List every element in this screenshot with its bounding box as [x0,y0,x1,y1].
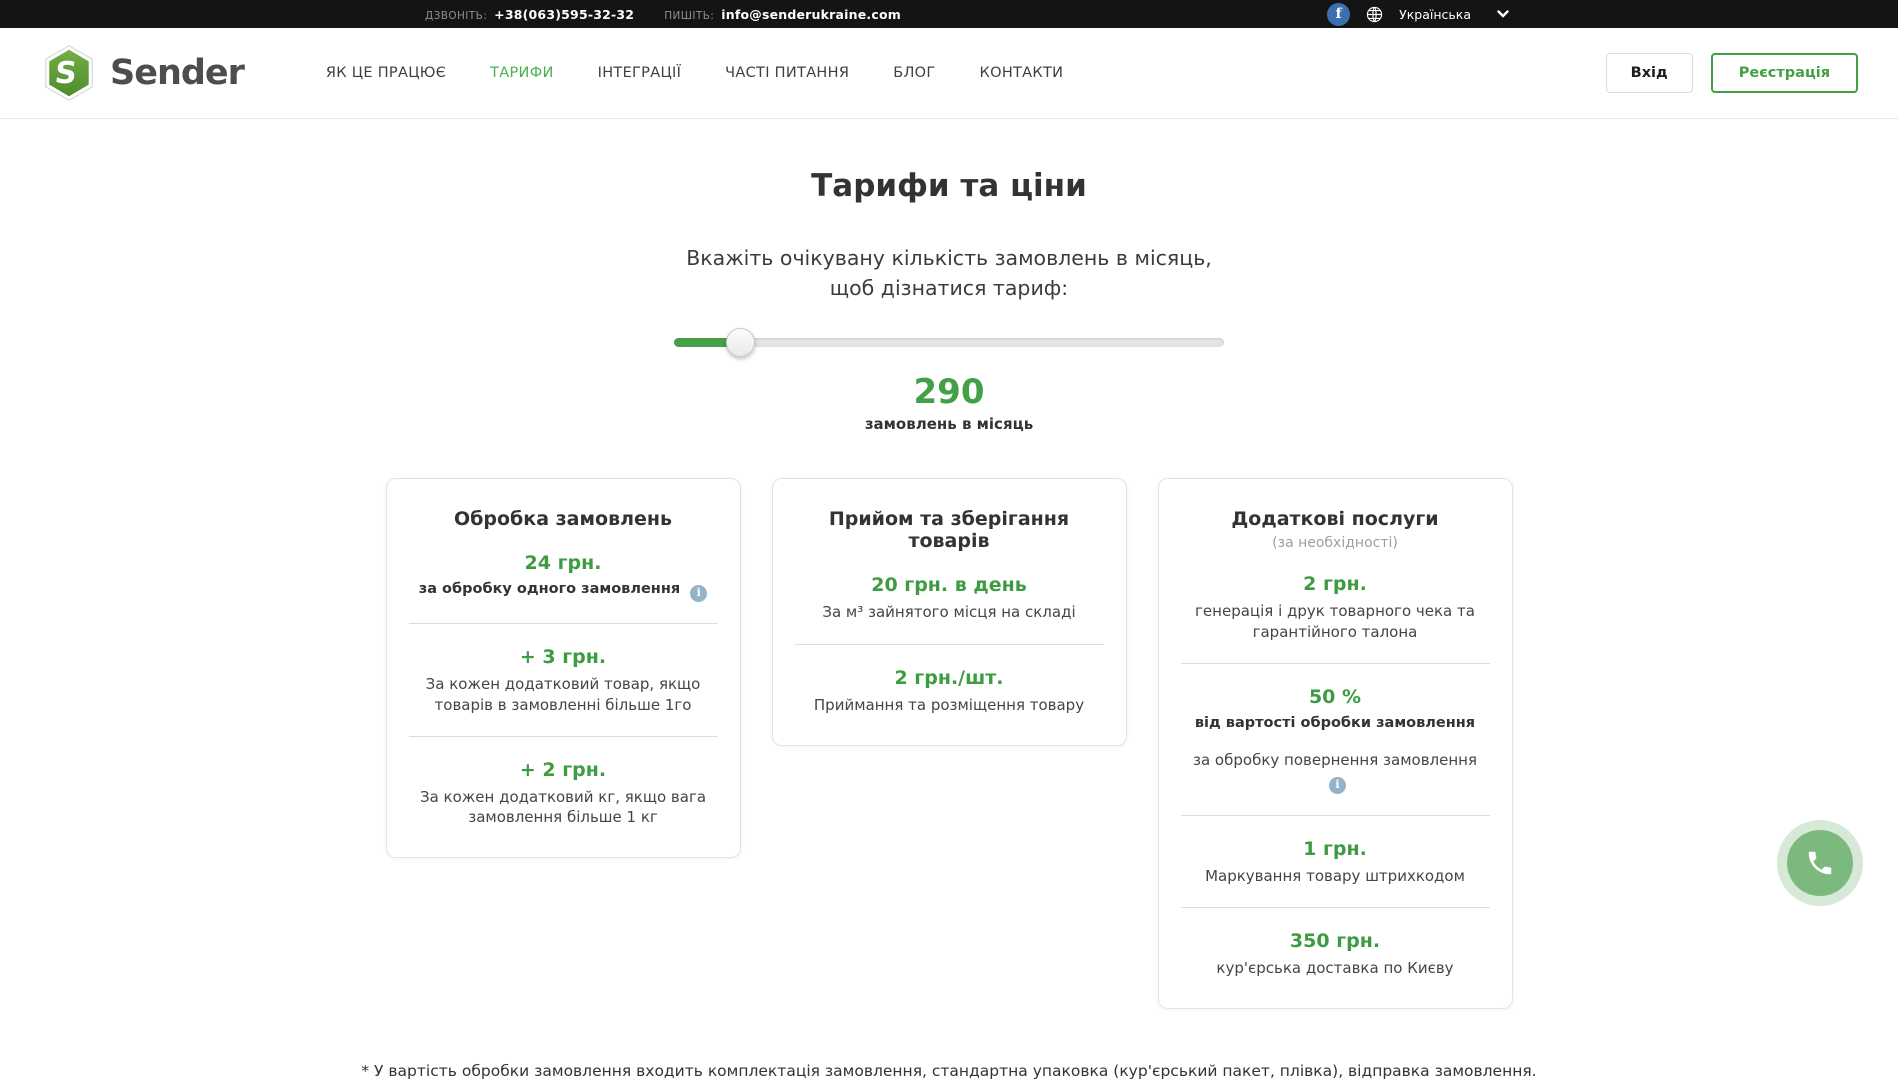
price-description: генерація і друк товарного чека та гаран… [1181,601,1490,642]
price-description: кур'єрська доставка по Києву [1181,958,1490,978]
price-value: 50 % [1181,686,1490,708]
price-value: 2 грн./шт. [795,667,1104,689]
price-description: Приймання та розміщення товару [795,695,1104,715]
header: S Sender ЯК ЦЕ ПРАЦЮЄ ТАРИФИ ІНТЕГРАЦІЇ … [0,28,1898,119]
email-address[interactable]: info@senderukraine.com [721,7,901,22]
card-title: Обробка замовлень [409,508,718,530]
pricing-footnote: * У вартість обробки замовлення входить … [0,1062,1898,1080]
nav-blog[interactable]: БЛОГ [893,65,935,81]
card-order-processing: Обробка замовлень 24 грн. за обробку одн… [386,478,741,858]
card-storage: Прийом та зберігання товарів 20 грн. в д… [772,478,1127,746]
price-description-secondary: за обробку повернення замовлення i [1181,750,1490,794]
divider [409,736,718,737]
phone-icon [1787,830,1853,896]
nav-faq[interactable]: ЧАСТІ ПИТАННЯ [725,65,849,81]
language-selector[interactable]: Українська [1399,7,1471,22]
page-title: Тарифи та ціни [0,119,1898,204]
price-description: За м³ зайнятого місця на складі [795,602,1104,622]
nav-how-it-works[interactable]: ЯК ЦЕ ПРАЦЮЄ [326,65,446,81]
price-value: 1 грн. [1181,838,1490,860]
price-value: + 2 грн. [409,759,718,781]
sender-logo-icon: S [40,44,98,102]
call-label: ДЗВОНІТЬ: [425,10,487,22]
topbar: ДЗВОНІТЬ: +38(063)595-32-32 ПИШІТЬ: info… [0,0,1898,28]
slider-handle[interactable] [726,328,755,357]
price-description: За кожен додатковий кг, якщо вага замовл… [409,787,718,828]
divider [409,623,718,624]
svg-text:S: S [53,56,78,91]
main-content: Тарифи та ціни Вкажіть очікувану кількіс… [0,119,1898,1080]
globe-icon [1366,6,1383,23]
orders-value: 290 [0,372,1898,412]
pricing-cards: Обробка замовлень 24 грн. за обробку одн… [0,478,1898,1009]
price-value: 350 грн. [1181,930,1490,952]
brand-wordmark: Sender [110,53,244,93]
price-value: 2 грн. [1181,573,1490,595]
card-subtitle: (за необхідності) [1181,535,1490,551]
info-icon[interactable]: i [1329,777,1346,794]
email-contact: ПИШІТЬ: info@senderukraine.com [664,7,901,22]
login-button[interactable]: Вхід [1606,53,1693,93]
phone-number[interactable]: +38(063)595-32-32 [494,7,634,22]
facebook-icon[interactable]: f [1327,3,1350,26]
price-description-text: за обробку повернення замовлення [1193,751,1477,769]
orders-label: замовлень в місяць [0,415,1898,433]
price-description-text: за обробку одного замовлення [419,581,680,597]
price-description: За кожен додатковий товар, якщо товарів … [409,674,718,715]
price-value: 24 грн. [409,552,718,574]
write-label: ПИШІТЬ: [664,10,714,22]
chevron-down-icon[interactable] [1497,10,1509,18]
divider [1181,815,1490,816]
slider-track[interactable] [674,338,1224,347]
register-button[interactable]: Реєстрація [1711,53,1858,93]
call-fab-button[interactable] [1777,820,1863,906]
brand-logo[interactable]: S Sender [40,44,244,102]
card-additional-services: Додаткові послуги (за необхідності) 2 гр… [1158,478,1513,1009]
price-value: 20 грн. в день [795,574,1104,596]
divider [795,644,1104,645]
price-description: за обробку одного замовлення i [409,580,718,602]
orders-slider [674,328,1224,357]
divider [1181,663,1490,664]
nav-contacts[interactable]: КОНТАКТИ [980,65,1064,81]
price-description: від вартості обробки замовлення [1181,714,1490,734]
nav-integrations[interactable]: ІНТЕГРАЦІЇ [598,65,682,81]
card-title: Прийом та зберігання товарів [795,508,1104,552]
phone-contact: ДЗВОНІТЬ: +38(063)595-32-32 [425,7,634,22]
card-title: Додаткові послуги [1181,508,1490,530]
info-icon[interactable]: i [690,585,707,602]
nav-tariffs[interactable]: ТАРИФИ [490,65,554,81]
main-nav: ЯК ЦЕ ПРАЦЮЄ ТАРИФИ ІНТЕГРАЦІЇ ЧАСТІ ПИТ… [326,65,1063,81]
price-value: + 3 грн. [409,646,718,668]
divider [1181,907,1490,908]
slider-prompt: Вкажіть очікувану кількість замовлень в … [0,244,1898,303]
price-description: Маркування товару штрихкодом [1181,866,1490,886]
